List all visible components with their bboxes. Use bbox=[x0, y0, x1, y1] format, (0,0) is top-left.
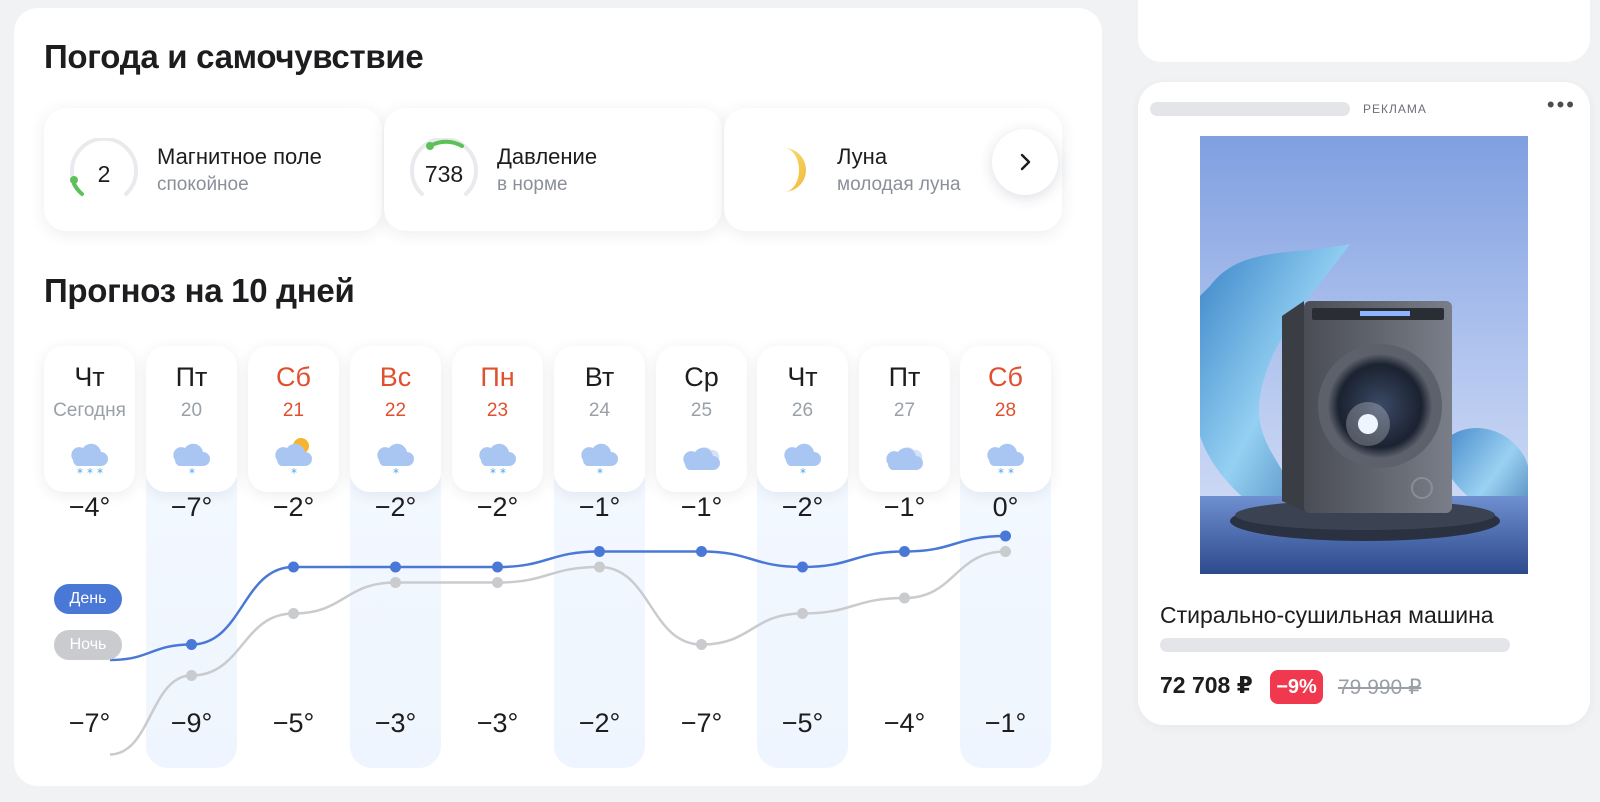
day-temperature: −1° bbox=[680, 492, 723, 522]
night-temp-point bbox=[1000, 546, 1011, 557]
ad-text-placeholder bbox=[1160, 638, 1510, 652]
temperature-chart bbox=[109, 530, 1011, 756]
night-temperature: −5° bbox=[781, 708, 824, 738]
night-temp-point bbox=[797, 608, 808, 619]
night-legend-pill[interactable]: Ночь bbox=[54, 630, 122, 660]
night-temperature: −7° bbox=[680, 708, 723, 738]
more-dots-icon[interactable]: ••• bbox=[1547, 92, 1576, 118]
day-temp-point bbox=[696, 546, 707, 557]
day-temp-point bbox=[797, 561, 808, 573]
day-legend-pill[interactable]: День bbox=[54, 584, 122, 614]
night-temperature: −7° bbox=[68, 708, 111, 738]
day-temp-point bbox=[288, 561, 299, 573]
day-temperature: −1° bbox=[883, 492, 926, 522]
day-temperature: 0° bbox=[992, 492, 1019, 522]
day-temperature: −2° bbox=[272, 492, 315, 522]
day-temperature: −2° bbox=[374, 492, 417, 522]
day-temperature: −2° bbox=[781, 492, 824, 522]
night-temperature: −1° bbox=[984, 708, 1027, 738]
night-temperature: −3° bbox=[476, 708, 519, 738]
ad-discount-badge: −9% bbox=[1270, 670, 1323, 704]
day-temperature: −2° bbox=[476, 492, 519, 522]
day-temp-point bbox=[594, 546, 605, 557]
night-temperature: −4° bbox=[883, 708, 926, 738]
ad-label: РЕКЛАМА bbox=[1363, 102, 1427, 116]
night-temp-point bbox=[186, 670, 197, 681]
night-temp-point bbox=[390, 577, 401, 588]
night-temperature: −2° bbox=[578, 708, 621, 738]
night-temp-point bbox=[492, 577, 503, 588]
ad-product-title[interactable]: Стирально-сушильная машина bbox=[1160, 602, 1494, 629]
weather-card: Погода и самочувствие 2 Магнитное поле с… bbox=[14, 8, 1102, 786]
day-temp-point bbox=[899, 546, 910, 557]
day-temp-point bbox=[1000, 530, 1011, 542]
night-temp-point bbox=[288, 608, 299, 619]
night-temp-point bbox=[594, 561, 605, 573]
side-card-top bbox=[1138, 0, 1590, 62]
night-temperature: −3° bbox=[374, 708, 417, 738]
ad-price: 72 708 ₽ bbox=[1160, 672, 1253, 698]
day-temperature: −4° bbox=[68, 492, 111, 522]
day-temperature: −1° bbox=[578, 492, 621, 522]
night-temp-point bbox=[696, 639, 707, 650]
day-temp-point bbox=[492, 561, 503, 573]
day-temperature: −7° bbox=[170, 492, 213, 522]
day-temp-point bbox=[186, 639, 197, 650]
night-temperature: −9° bbox=[170, 708, 213, 738]
night-temperature: −5° bbox=[272, 708, 315, 738]
washing-machine-photo[interactable] bbox=[1200, 136, 1528, 574]
ad-old-price: 79 990 ₽ bbox=[1338, 676, 1422, 699]
night-temp-point bbox=[899, 592, 910, 604]
ad-source-placeholder bbox=[1150, 102, 1350, 116]
ad-card[interactable]: РЕКЛАМА ••• Стирально-сушильная машина 7… bbox=[1138, 82, 1590, 725]
day-temp-point bbox=[390, 561, 401, 573]
